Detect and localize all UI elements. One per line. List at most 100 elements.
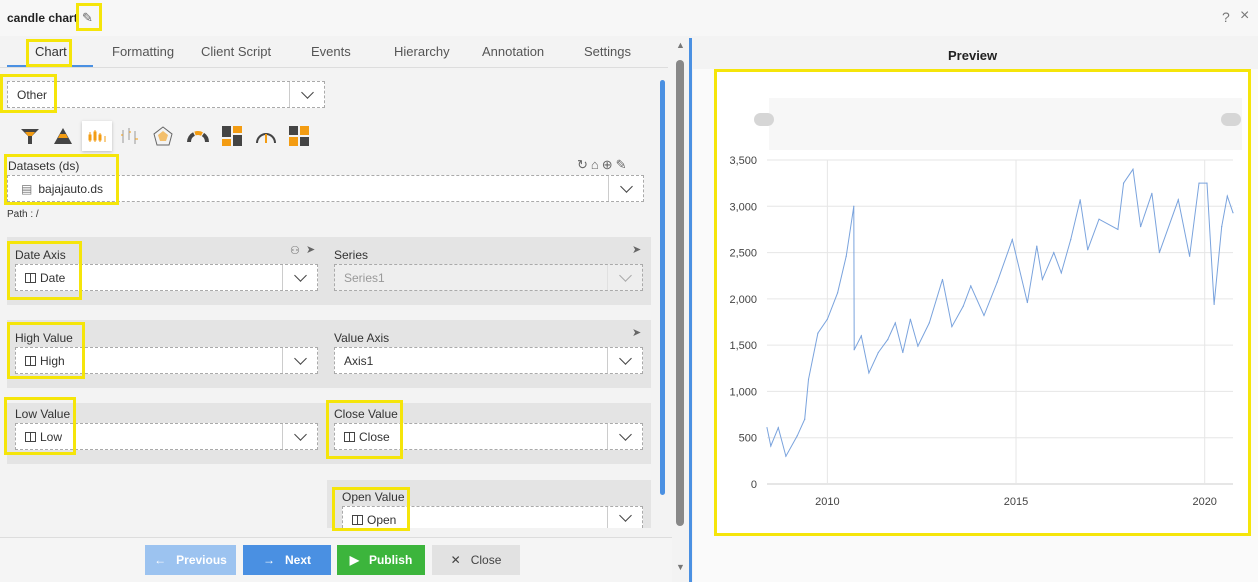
chevron-down-icon[interactable]: [282, 348, 317, 373]
active-tab-underline: [7, 65, 93, 67]
data-point: [1158, 251, 1161, 254]
y-tick-label: 1,500: [729, 340, 757, 352]
navigate-icon[interactable]: ➤: [632, 326, 641, 339]
data-point: [887, 338, 889, 341]
x-tick-label: 2010: [815, 496, 839, 508]
home-icon[interactable]: ⌂: [591, 157, 602, 172]
close-value-select[interactable]: Close: [334, 423, 643, 450]
data-point: [1139, 226, 1142, 228]
previous-button[interactable]: ← Previous: [145, 545, 236, 575]
low-value-select[interactable]: Low: [15, 423, 318, 450]
chart-type-select[interactable]: Other: [7, 81, 325, 108]
data-point: [902, 351, 904, 354]
date-axis-select[interactable]: Date: [15, 264, 318, 291]
value-axis-select[interactable]: Axis1: [334, 347, 643, 374]
data-point: [1070, 239, 1072, 241]
data-point: [983, 314, 985, 317]
open-value-select[interactable]: Open: [342, 506, 643, 528]
scroll-up-icon[interactable]: ▲: [676, 40, 685, 50]
navigate-icon[interactable]: ➤: [306, 243, 315, 256]
range-navigator: [769, 98, 1242, 150]
data-point: [836, 292, 839, 294]
next-button[interactable]: → Next: [243, 545, 331, 575]
tab-hierarchy[interactable]: Hierarchy: [394, 44, 450, 59]
range-handle-left[interactable]: [754, 113, 774, 126]
data-point: [853, 205, 855, 207]
data-point: [1122, 182, 1125, 184]
preview-title: Preview: [948, 48, 998, 63]
chevron-down-icon[interactable]: [282, 424, 317, 449]
data-point: [1060, 272, 1062, 274]
tab-settings[interactable]: Settings: [584, 44, 631, 59]
data-point: [1011, 239, 1013, 241]
funnel-icon[interactable]: [18, 124, 42, 148]
refresh-icon[interactable]: ↻: [577, 157, 591, 172]
y-tick-label: 500: [739, 433, 757, 445]
pyramid-icon[interactable]: [51, 124, 75, 148]
tab-annotation[interactable]: Annotation: [482, 44, 544, 59]
chevron-down-icon[interactable]: [289, 82, 324, 107]
arrow-right-icon: →: [262, 553, 275, 567]
range-handle-right[interactable]: [1221, 113, 1241, 126]
x-tick-label: 2020: [1192, 496, 1216, 508]
tab-client-script[interactable]: Client Script: [201, 44, 271, 59]
help-icon[interactable]: ?: [1222, 9, 1230, 25]
form-scroll-indicator[interactable]: [660, 80, 665, 495]
date-axis-label: Date Axis: [15, 248, 66, 262]
column-icon: [344, 432, 355, 442]
chevron-down-icon[interactable]: [608, 176, 643, 201]
scroll-down-icon[interactable]: ▼: [676, 562, 685, 572]
edit-icon[interactable]: ✎: [616, 157, 630, 172]
data-point: [785, 455, 787, 457]
chevron-down-icon[interactable]: [607, 507, 642, 528]
data-point: [766, 427, 768, 429]
data-point: [951, 326, 953, 328]
close-window-icon[interactable]: ×: [1240, 7, 1249, 25]
gauge-icon[interactable]: [254, 124, 278, 148]
data-point: [1053, 251, 1055, 254]
data-point: [1036, 245, 1038, 247]
radar-icon[interactable]: [151, 124, 175, 148]
heatmap-icon[interactable]: [287, 124, 311, 148]
data-point: [1232, 212, 1234, 214]
semi-donut-icon[interactable]: [186, 124, 210, 148]
chevron-down-icon[interactable]: [607, 424, 642, 449]
chevron-down-icon: [607, 265, 642, 290]
hierarchy-icon[interactable]: ⚇: [290, 244, 300, 257]
dataset-actions: ↻⌂⊕✎: [577, 157, 630, 173]
data-point: [1221, 226, 1223, 228]
data-point: [1151, 192, 1153, 194]
publish-button[interactable]: ▶ Publish: [337, 545, 425, 575]
form-scrollbar[interactable]: [676, 60, 684, 526]
candlestick-icon[interactable]: [82, 121, 112, 151]
edit-title-icon[interactable]: ✎: [82, 10, 93, 26]
data-point: [1098, 218, 1100, 220]
tab-events[interactable]: Events: [311, 44, 351, 59]
navigate-icon[interactable]: ➤: [632, 243, 641, 256]
data-point: [909, 318, 911, 320]
data-point: [817, 332, 819, 334]
data-point: [845, 255, 847, 257]
data-point: [1132, 168, 1134, 170]
tab-formatting[interactable]: Formatting: [112, 44, 174, 59]
dataset-select[interactable]: ▤ bajajauto.ds: [7, 175, 644, 202]
column-icon: [352, 515, 363, 525]
treemap-icon[interactable]: [220, 124, 244, 148]
add-icon[interactable]: ⊕: [602, 157, 616, 172]
data-point: [941, 278, 944, 281]
column-icon: [25, 273, 36, 283]
panel-splitter[interactable]: [689, 38, 692, 582]
close-value-label: Close Value: [334, 407, 398, 421]
ohlc-icon[interactable]: [118, 124, 142, 148]
data-point: [770, 445, 772, 447]
tab-chart[interactable]: Chart: [35, 44, 67, 59]
footer-bar: [0, 537, 672, 582]
data-point: [1206, 182, 1208, 184]
series-label: Series: [334, 248, 369, 262]
title-bar: [0, 0, 1258, 36]
high-value-select[interactable]: High: [15, 347, 318, 374]
chevron-down-icon[interactable]: [282, 265, 317, 290]
data-point: [777, 427, 779, 429]
chevron-down-icon[interactable]: [607, 348, 642, 373]
close-button[interactable]: ✕ Close: [432, 545, 520, 575]
